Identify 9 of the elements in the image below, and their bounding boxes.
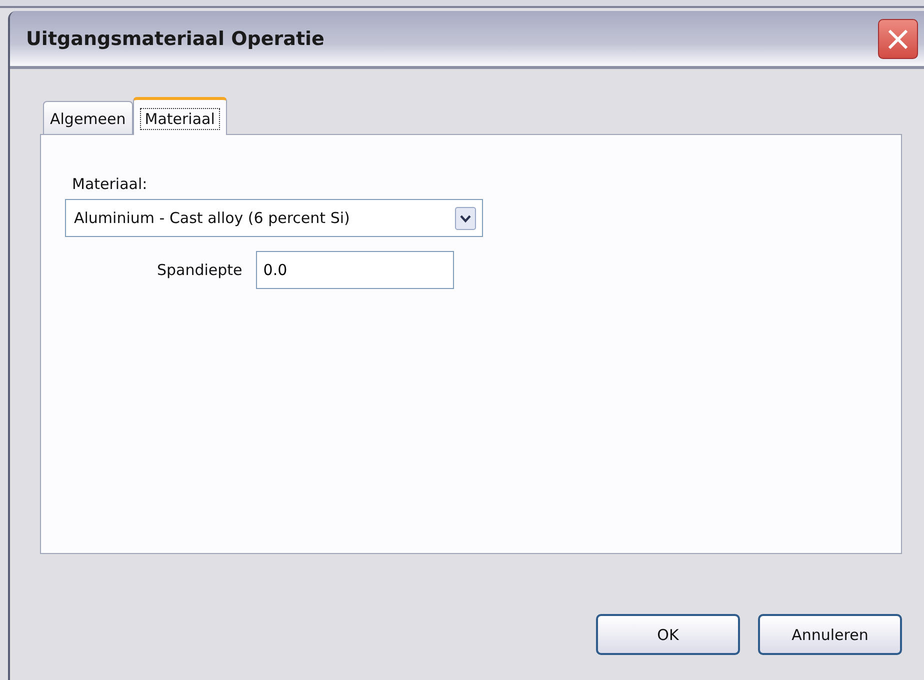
- material-dropdown[interactable]: Aluminium - Cast alloy (6 percent Si): [65, 199, 483, 237]
- tab[interactable]: Algemeen: [43, 101, 133, 134]
- tab[interactable]: Materiaal: [132, 97, 227, 135]
- depth-input[interactable]: 0.0: [256, 251, 454, 289]
- window-title: Uitgangsmateriaal Operatie: [26, 28, 324, 50]
- field-label: Spandiepte: [157, 261, 242, 279]
- dialog-button[interactable]: Annuleren: [758, 614, 902, 655]
- dialog-button[interactable]: OK: [596, 614, 740, 655]
- field-label: Materiaal:: [72, 175, 148, 193]
